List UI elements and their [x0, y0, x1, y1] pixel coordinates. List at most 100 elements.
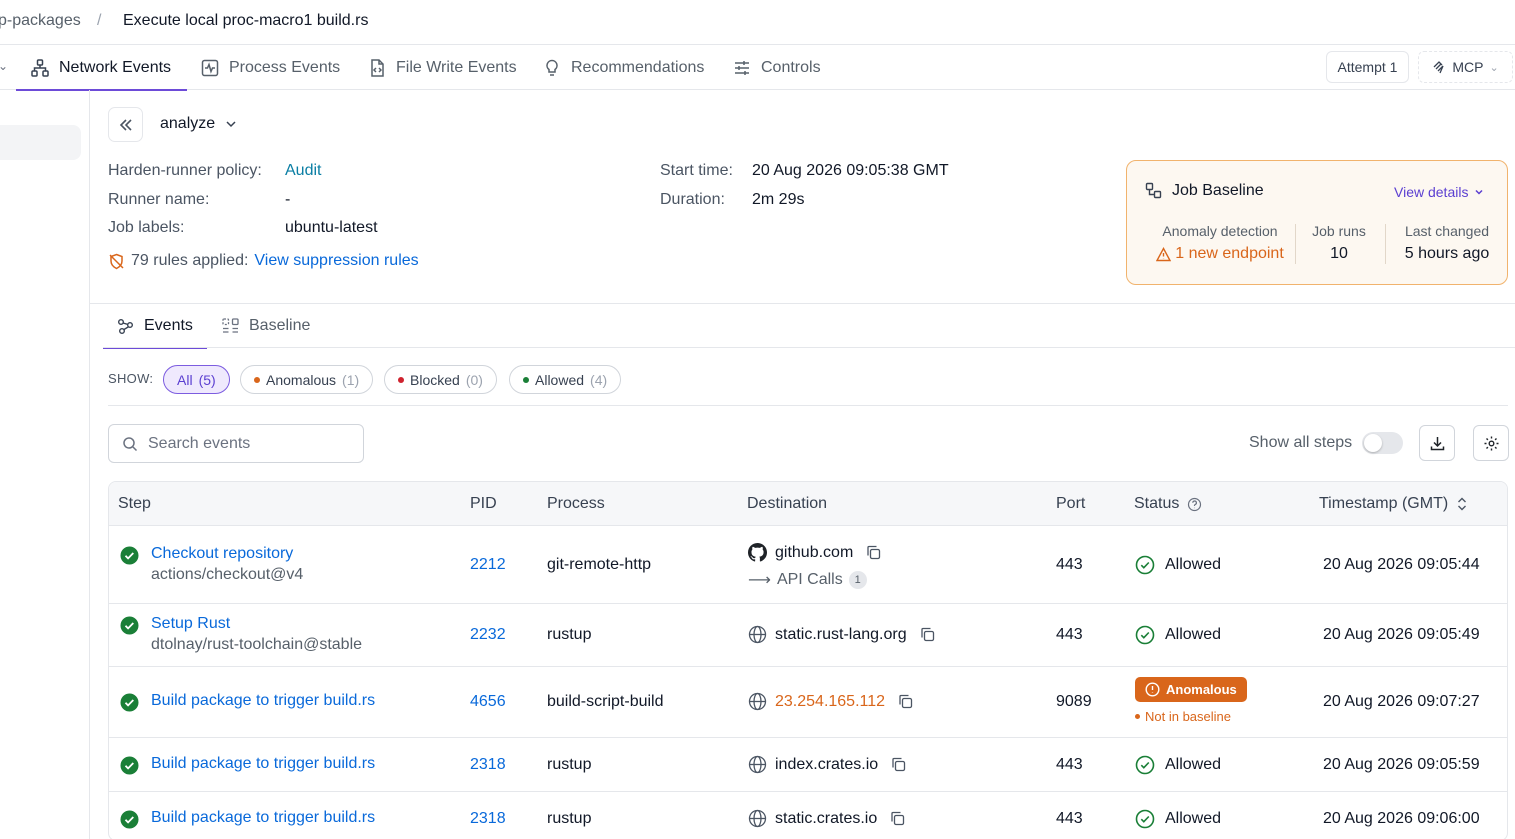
port-value: 9089	[1056, 693, 1092, 710]
chevron-down-icon[interactable]: ⌄	[0, 59, 8, 73]
policy-value[interactable]: Audit	[285, 162, 321, 180]
destination-cell: static.rust-lang.org	[748, 625, 936, 644]
divider	[1385, 224, 1386, 264]
anomalous-badge[interactable]: Anomalous	[1135, 677, 1247, 702]
filter-chip-all[interactable]: All (5)	[163, 365, 230, 394]
tab-process-events[interactable]: Process Events	[200, 45, 340, 90]
blocked-dot-icon	[398, 376, 404, 383]
anomaly-label: Anomaly detection	[1162, 223, 1278, 239]
timestamp-value: 20 Aug 2026 09:05:49	[1323, 626, 1480, 643]
table-row[interactable]: Setup Rust dtolnay/rust-toolchain@stable…	[109, 604, 1507, 667]
globe-icon	[748, 625, 767, 644]
chip-count: (0)	[465, 371, 483, 388]
column-header-destination: Destination	[747, 495, 828, 512]
globe-icon	[748, 755, 767, 774]
search-box	[108, 424, 364, 463]
pid-link[interactable]: 2318	[470, 756, 506, 774]
pid-link[interactable]: 4656	[470, 693, 506, 711]
search-icon	[123, 436, 138, 451]
tab-controls[interactable]: Controls	[732, 45, 821, 90]
chevron-down-icon	[226, 121, 236, 128]
destination-host: static.crates.io	[775, 809, 878, 827]
sidebar-selected-item[interactable]	[0, 125, 81, 160]
api-calls-link[interactable]: ⟶ API Calls 1	[748, 570, 882, 590]
job-selector[interactable]: analyze	[160, 115, 237, 133]
tab-recommendations[interactable]: Recommendations	[542, 45, 704, 90]
tab-label: File Write Events	[396, 58, 517, 76]
chevron-down-icon	[1475, 189, 1483, 195]
tab-file-write-events[interactable]: File Write Events	[367, 45, 517, 90]
copy-icon[interactable]	[865, 544, 882, 561]
subtab-baseline[interactable]: Baseline	[221, 304, 310, 348]
show-all-steps-label: Show all steps	[1249, 434, 1353, 451]
copy-icon[interactable]	[897, 693, 914, 710]
step-cell: Build package to trigger build.rs	[151, 755, 375, 773]
copy-icon[interactable]	[919, 626, 936, 643]
mcp-icon	[1433, 61, 1444, 74]
destination-host: index.crates.io	[775, 755, 879, 773]
filter-chip-allowed[interactable]: Allowed (4)	[509, 365, 622, 394]
search-input[interactable]	[148, 434, 348, 453]
baseline-grid-icon	[222, 317, 239, 333]
settings-button[interactable]	[1473, 425, 1509, 461]
table-row[interactable]: Checkout repository actions/checkout@v4 …	[109, 526, 1507, 604]
mcp-button[interactable]: MCP ⌄	[1418, 51, 1513, 83]
api-calls-count: 1	[848, 571, 867, 589]
status-cell: Allowed	[1135, 625, 1221, 645]
chip-count: (5)	[198, 371, 216, 388]
anomaly-value[interactable]: 1 new endpoint	[1145, 245, 1295, 263]
table-row[interactable]: Build package to trigger build.rs 4656 b…	[109, 667, 1507, 738]
status-label: Allowed	[1165, 810, 1222, 827]
chip-label: Blocked	[410, 371, 460, 388]
step-link[interactable]: Build package to trigger build.rs	[151, 755, 375, 773]
help-circle-icon[interactable]	[1187, 497, 1202, 512]
warning-icon	[1156, 246, 1172, 261]
pid-link[interactable]: 2232	[470, 626, 506, 644]
sidebar	[0, 90, 90, 839]
pid-link[interactable]: 2318	[470, 810, 506, 828]
column-header-port: Port	[1056, 495, 1086, 512]
table-row[interactable]: Build package to trigger build.rs 2318 r…	[109, 738, 1507, 792]
subtab-label: Baseline	[249, 317, 311, 334]
column-header-timestamp[interactable]: Timestamp (GMT)	[1319, 495, 1468, 513]
collapse-sidebar-button[interactable]	[108, 107, 143, 142]
step-link[interactable]: Checkout repository	[151, 545, 303, 563]
last-changed-stat: Last changed 5 hours ago	[1393, 223, 1501, 263]
step-link[interactable]: Build package to trigger build.rs	[151, 809, 375, 827]
tab-network-events[interactable]: Network Events	[15, 45, 188, 91]
job-labels-label: Job labels:	[108, 219, 185, 236]
chip-label: All	[177, 371, 193, 388]
step-link[interactable]: Build package to trigger build.rs	[151, 692, 375, 710]
breadcrumb-current: Execute local proc-macro1 build.rs	[123, 12, 369, 29]
status-cell: Anomalous Not in baseline	[1135, 677, 1247, 724]
view-details-link[interactable]: View details	[1394, 184, 1484, 200]
lightbulb-icon	[546, 59, 558, 76]
subtab-events[interactable]: Events	[103, 304, 207, 349]
column-header-status: Status	[1134, 495, 1202, 513]
anomalous-dot-icon	[254, 376, 260, 383]
view-suppression-rules-link[interactable]: View suppression rules	[254, 252, 418, 270]
step-link[interactable]: Setup Rust	[151, 615, 362, 633]
start-time-label: Start time:	[660, 162, 733, 179]
show-all-steps-toggle[interactable]	[1362, 432, 1403, 454]
step-success-icon	[120, 546, 139, 565]
copy-icon[interactable]	[889, 810, 906, 827]
breadcrumb-parent[interactable]: p-packages	[0, 12, 81, 30]
anomalous-dot-icon	[1135, 714, 1140, 719]
download-button[interactable]	[1419, 425, 1455, 461]
port-value: 443	[1056, 810, 1083, 827]
attempt-button[interactable]: Attempt 1	[1326, 51, 1409, 83]
destination-host: 23.254.165.112	[775, 692, 886, 710]
table-row[interactable]: Build package to trigger build.rs 2318 r…	[109, 792, 1507, 839]
rules-applied: 79 rules applied: View suppression rules	[108, 252, 419, 270]
status-note: Not in baseline	[1135, 709, 1247, 724]
filter-chip-anomalous[interactable]: Anomalous (1)	[240, 365, 374, 394]
process-name: rustup	[547, 756, 592, 773]
pid-link[interactable]: 2212	[470, 556, 506, 574]
filter-chip-blocked[interactable]: Blocked (0)	[384, 365, 497, 394]
step-cell: Setup Rust dtolnay/rust-toolchain@stable	[151, 615, 362, 654]
status-note-label: Not in baseline	[1145, 709, 1231, 724]
anomaly-count: 1 new endpoint	[1175, 245, 1284, 262]
copy-icon[interactable]	[890, 756, 907, 773]
destination-cell: 23.254.165.112	[748, 692, 914, 711]
